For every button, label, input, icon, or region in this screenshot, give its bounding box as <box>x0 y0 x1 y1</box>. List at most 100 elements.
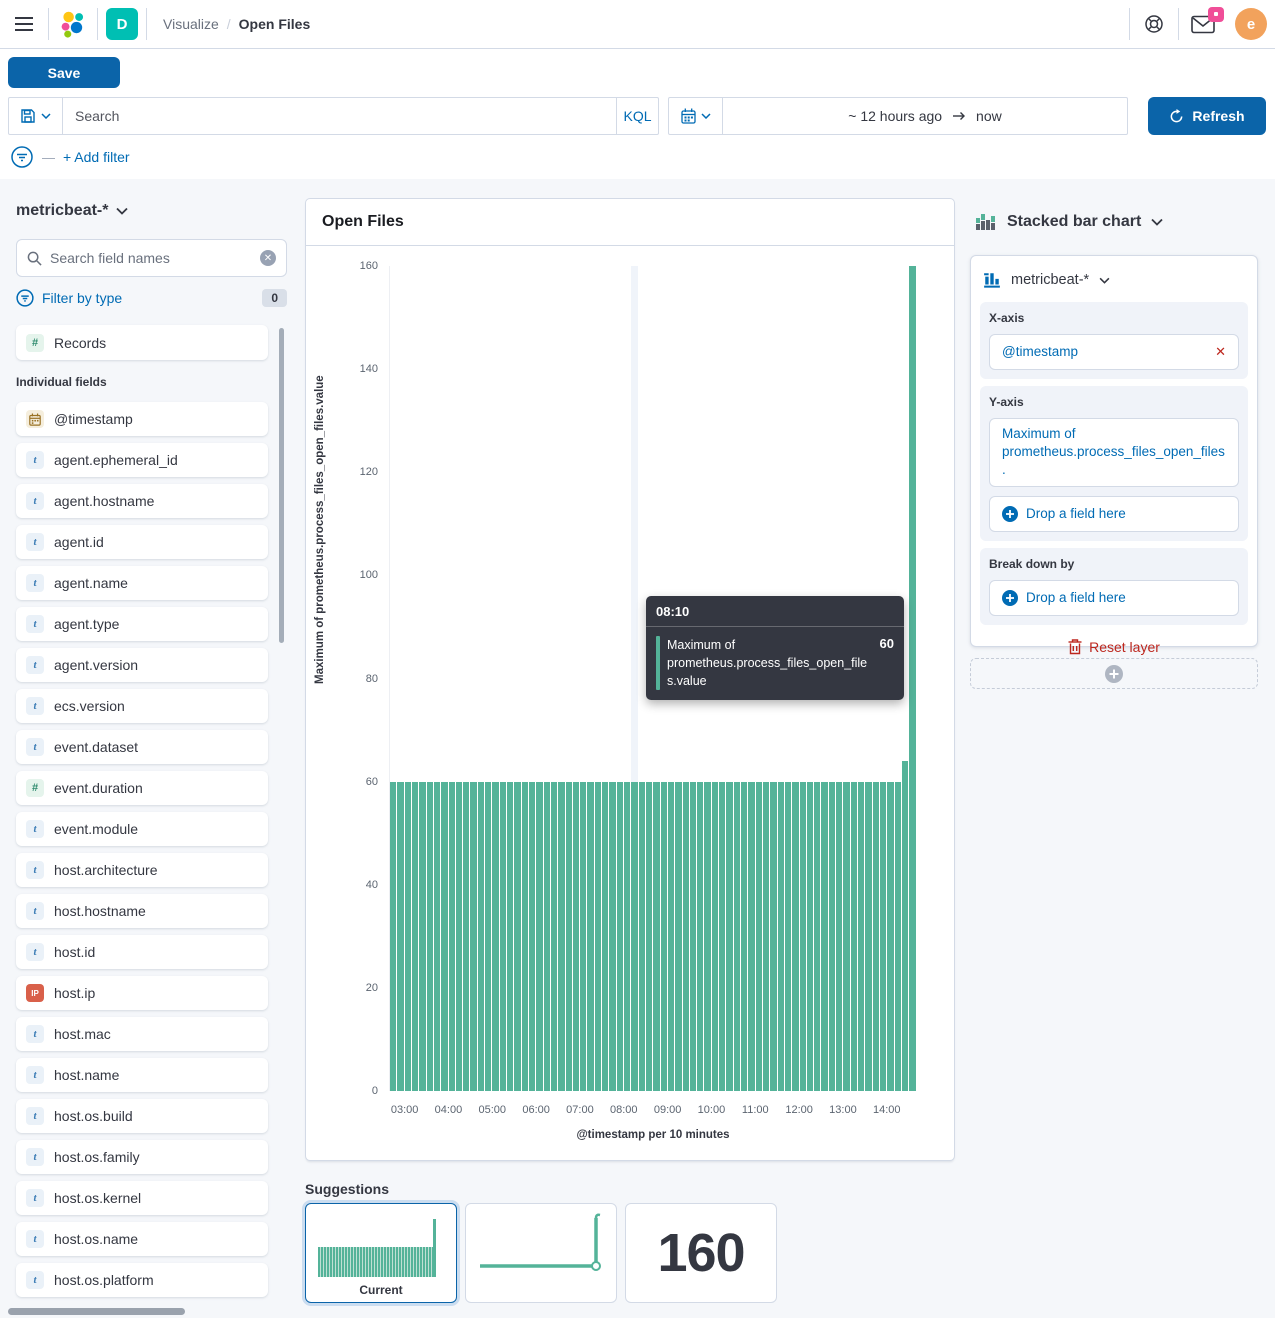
bar[interactable] <box>800 782 806 1091</box>
bar[interactable] <box>441 782 447 1091</box>
bar[interactable] <box>558 782 564 1091</box>
field-item-agent.version[interactable]: tagent.version <box>16 648 268 682</box>
newsfeed-button[interactable] <box>1179 0 1227 48</box>
bar[interactable] <box>529 782 535 1091</box>
filter-by-type-button[interactable]: Filter by type <box>42 290 122 306</box>
bar[interactable] <box>390 782 396 1091</box>
bar[interactable] <box>690 782 696 1091</box>
bar[interactable] <box>734 782 740 1091</box>
bar[interactable] <box>785 782 791 1091</box>
field-item-agent.id[interactable]: tagent.id <box>16 525 268 559</box>
bar[interactable] <box>587 782 593 1091</box>
bar[interactable] <box>397 782 403 1091</box>
bar[interactable] <box>463 782 469 1091</box>
bar[interactable] <box>697 782 703 1091</box>
bar[interactable] <box>580 782 586 1091</box>
bar[interactable] <box>851 782 857 1091</box>
bar[interactable] <box>843 782 849 1091</box>
bar[interactable] <box>741 782 747 1091</box>
field-item-@timestamp[interactable]: @timestamp <box>16 402 268 436</box>
field-item-host.os.family[interactable]: thost.os.family <box>16 1140 268 1174</box>
suggestion-current[interactable]: Current <box>305 1203 457 1303</box>
time-range-display[interactable]: ~ 12 hours ago now <box>723 98 1127 134</box>
field-item-event.duration[interactable]: #event.duration <box>16 771 268 805</box>
field-item-host.mac[interactable]: thost.mac <box>16 1017 268 1051</box>
chart-type-switcher[interactable]: Stacked bar chart <box>975 212 1163 232</box>
bar[interactable] <box>500 782 506 1091</box>
bar[interactable] <box>836 782 842 1091</box>
x-axis-field[interactable]: @timestamp <box>1002 343 1078 361</box>
add-filter-button[interactable]: + Add filter <box>63 149 130 165</box>
menu-button[interactable] <box>0 0 48 48</box>
kql-syntax-button[interactable]: KQL <box>616 98 658 134</box>
filter-options-icon[interactable] <box>10 145 34 169</box>
bar[interactable] <box>748 782 754 1091</box>
bar[interactable] <box>595 782 601 1091</box>
bar[interactable] <box>653 782 659 1091</box>
field-item-event.module[interactable]: tevent.module <box>16 812 268 846</box>
user-menu-button[interactable]: e <box>1227 0 1275 48</box>
refresh-button[interactable]: Refresh <box>1148 97 1266 135</box>
clear-search-icon[interactable]: ✕ <box>260 250 276 266</box>
bar[interactable] <box>873 782 879 1091</box>
bar[interactable] <box>507 782 513 1091</box>
bar[interactable] <box>456 782 462 1091</box>
bar[interactable] <box>858 782 864 1091</box>
suggestion-line-chart[interactable] <box>465 1203 617 1303</box>
bar[interactable] <box>412 782 418 1091</box>
field-item-ecs.version[interactable]: tecs.version <box>16 689 268 723</box>
bar[interactable] <box>609 782 615 1091</box>
quick-select-time-button[interactable] <box>669 98 723 134</box>
saved-query-menu-button[interactable] <box>9 98 63 134</box>
bar[interactable] <box>434 782 440 1091</box>
time-range-from[interactable]: ~ 12 hours ago <box>848 108 942 124</box>
bar[interactable] <box>865 782 871 1091</box>
suggestion-metric[interactable]: 160 <box>625 1203 777 1303</box>
field-list-scrollbar[interactable] <box>279 328 284 643</box>
field-item-agent.type[interactable]: tagent.type <box>16 607 268 641</box>
bar[interactable] <box>661 782 667 1091</box>
time-range-to[interactable]: now <box>976 108 1002 124</box>
bar[interactable] <box>829 782 835 1091</box>
x-axis-dimension-chip[interactable]: @timestamp ✕ <box>989 334 1239 370</box>
field-item-host.os.platform[interactable]: thost.os.platform <box>16 1263 268 1297</box>
bar[interactable] <box>646 782 652 1091</box>
bar[interactable] <box>712 782 718 1091</box>
index-pattern-switcher[interactable]: metricbeat-* <box>16 202 128 220</box>
help-button[interactable] <box>1130 0 1178 48</box>
bar[interactable] <box>551 782 557 1091</box>
bar[interactable] <box>536 782 542 1091</box>
bar[interactable] <box>778 782 784 1091</box>
bar[interactable] <box>470 782 476 1091</box>
bar[interactable] <box>485 782 491 1091</box>
y-axis-dimension-chip[interactable]: Maximum of prometheus.process_files_open… <box>989 418 1239 487</box>
bar[interactable] <box>566 782 572 1091</box>
field-item-host.architecture[interactable]: thost.architecture <box>16 853 268 887</box>
bar[interactable] <box>902 761 908 1091</box>
records-field-item[interactable]: # Records <box>16 325 268 360</box>
bar[interactable] <box>792 782 798 1091</box>
field-item-host.os.kernel[interactable]: thost.os.kernel <box>16 1181 268 1215</box>
field-item-agent.hostname[interactable]: tagent.hostname <box>16 484 268 518</box>
bar[interactable] <box>770 782 776 1091</box>
field-item-host.os.name[interactable]: thost.os.name <box>16 1222 268 1256</box>
bar[interactable] <box>668 782 674 1091</box>
bar[interactable] <box>449 782 455 1091</box>
bar[interactable] <box>602 782 608 1091</box>
save-button[interactable]: Save <box>8 57 120 88</box>
bar[interactable] <box>514 782 520 1091</box>
elastic-home-button[interactable] <box>49 0 97 48</box>
bar[interactable] <box>704 782 710 1091</box>
bar[interactable] <box>573 782 579 1091</box>
layer-index-pattern-switcher[interactable]: metricbeat-* <box>980 265 1248 295</box>
field-item-agent.ephemeral_id[interactable]: tagent.ephemeral_id <box>16 443 268 477</box>
bar[interactable] <box>895 782 901 1091</box>
field-item-host.ip[interactable]: IPhost.ip <box>16 976 268 1010</box>
bar[interactable] <box>522 782 528 1091</box>
bar[interactable] <box>683 782 689 1091</box>
bar[interactable] <box>478 782 484 1091</box>
field-item-agent.name[interactable]: tagent.name <box>16 566 268 600</box>
reset-layer-button[interactable]: Reset layer <box>980 639 1248 655</box>
bar[interactable] <box>617 782 623 1091</box>
bar[interactable] <box>624 782 630 1091</box>
